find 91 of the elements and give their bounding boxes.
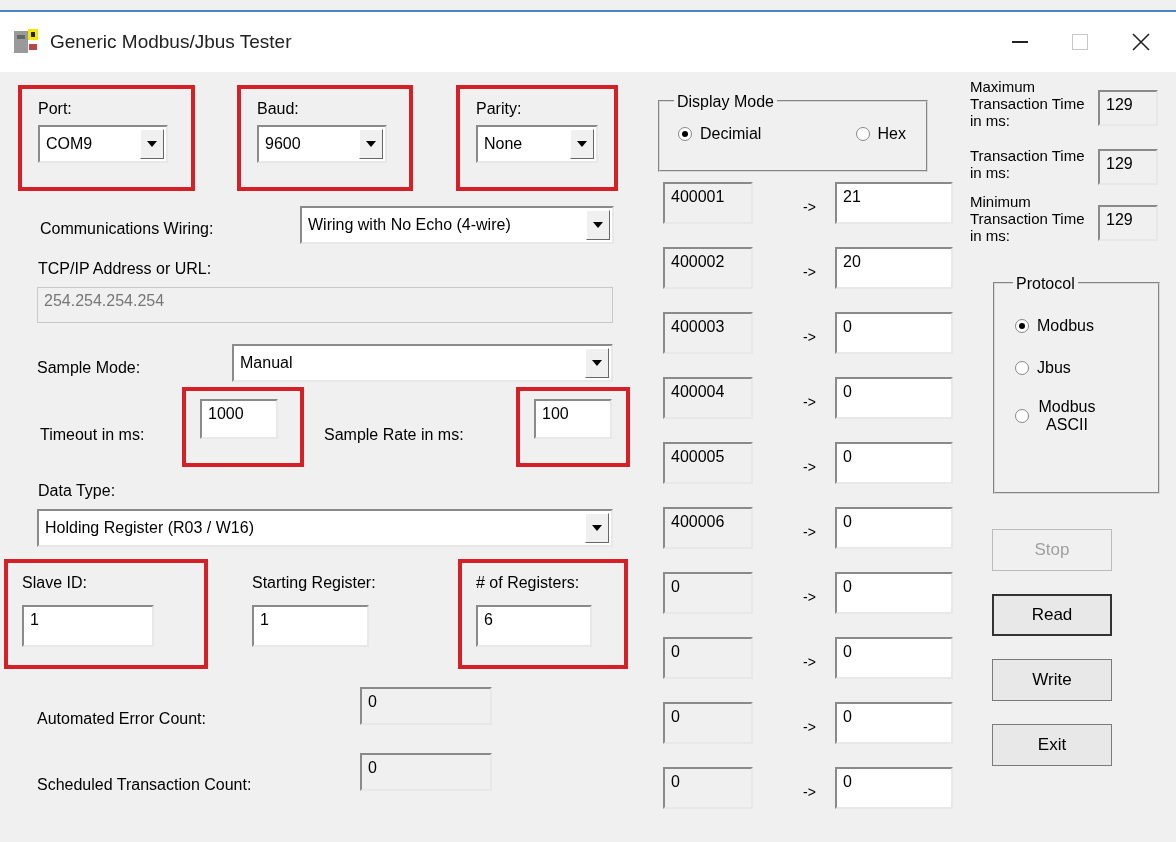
button[interactable]: Read bbox=[992, 594, 1112, 636]
input-field[interactable]: 100 bbox=[534, 399, 612, 439]
address-field: 0 bbox=[663, 702, 753, 744]
radio-button[interactable] bbox=[678, 127, 692, 141]
field-label: Maximum Transaction Time in ms: bbox=[970, 78, 1086, 129]
caret-icon bbox=[592, 525, 602, 531]
field-label: Slave ID: bbox=[22, 573, 87, 593]
readout-field: 129 bbox=[1098, 205, 1158, 241]
dropdown[interactable]: COM9 bbox=[38, 125, 168, 163]
window-title: Generic Modbus/Jbus Tester bbox=[50, 29, 292, 54]
radio-label: Decimial bbox=[700, 124, 762, 144]
caret-icon bbox=[593, 222, 603, 228]
close-icon[interactable] bbox=[1132, 33, 1150, 51]
readout-field: 0 bbox=[360, 687, 492, 725]
dropdown[interactable]: 9600 bbox=[257, 125, 387, 163]
field-label: Port: bbox=[38, 99, 73, 119]
value-field[interactable]: 0 bbox=[835, 767, 953, 809]
readout-field: 129 bbox=[1098, 149, 1158, 185]
field-label: Communications Wiring: bbox=[40, 219, 215, 239]
dropdown-arrow-button[interactable] bbox=[585, 348, 609, 378]
value-field[interactable]: 0 bbox=[835, 702, 953, 744]
dropdown[interactable]: Wiring with No Echo (4-wire) bbox=[300, 206, 614, 244]
radio-label: Modbus bbox=[1037, 316, 1094, 336]
dropdown[interactable]: Holding Register (R03 / W16) bbox=[37, 509, 613, 547]
radio-label: Modbus ASCII bbox=[1037, 398, 1097, 434]
arrow-label: -> bbox=[803, 782, 817, 802]
button[interactable]: Write bbox=[992, 659, 1112, 701]
field-label: TCP/IP Address or URL: bbox=[38, 259, 213, 279]
arrow-label: -> bbox=[803, 522, 817, 542]
dropdown-arrow-button[interactable] bbox=[140, 129, 164, 159]
address-field: 400004 bbox=[663, 377, 753, 419]
button[interactable]: Exit bbox=[992, 724, 1112, 766]
dropdown-arrow-button[interactable] bbox=[359, 129, 383, 159]
readout-field: 0 bbox=[360, 753, 492, 791]
field-label: Scheduled Transaction Count: bbox=[37, 775, 253, 795]
value-field[interactable]: 0 bbox=[835, 637, 953, 679]
address-field: 400003 bbox=[663, 312, 753, 354]
caret-icon bbox=[366, 141, 376, 147]
field-label: Starting Register: bbox=[252, 573, 376, 593]
field-label: Transaction Time in ms: bbox=[970, 147, 1086, 181]
readout-field: 129 bbox=[1098, 90, 1158, 126]
arrow-label: -> bbox=[803, 392, 817, 412]
dropdown-arrow-button[interactable] bbox=[586, 210, 610, 240]
address-field: 0 bbox=[663, 637, 753, 679]
address-field: 400005 bbox=[663, 442, 753, 484]
value-field[interactable]: 20 bbox=[835, 247, 953, 289]
address-field: 0 bbox=[663, 572, 753, 614]
value-field[interactable]: 0 bbox=[835, 507, 953, 549]
field-label: Sample Mode: bbox=[37, 358, 142, 378]
arrow-label: -> bbox=[803, 587, 817, 607]
caret-icon bbox=[577, 141, 587, 147]
value-field[interactable]: 0 bbox=[835, 572, 953, 614]
field-label: Baud: bbox=[257, 99, 300, 119]
address-field: 0 bbox=[663, 767, 753, 809]
field-label: Sample Rate in ms: bbox=[324, 425, 465, 445]
caret-icon bbox=[147, 141, 157, 147]
address-field: 400006 bbox=[663, 507, 753, 549]
input-field[interactable]: 1 bbox=[252, 605, 369, 647]
arrow-label: -> bbox=[803, 197, 817, 217]
field-label: Data Type: bbox=[38, 481, 117, 501]
radio-button[interactable] bbox=[855, 127, 870, 141]
dropdown[interactable]: Manual bbox=[232, 344, 613, 382]
arrow-label: -> bbox=[803, 327, 817, 347]
radio-button[interactable] bbox=[1015, 408, 1029, 423]
radio-button[interactable] bbox=[1015, 361, 1029, 375]
radio-label: Jbus bbox=[1037, 358, 1071, 378]
value-field[interactable]: 0 bbox=[835, 377, 953, 419]
field-label: Timeout in ms: bbox=[40, 425, 146, 445]
dropdown-arrow-button[interactable] bbox=[570, 129, 594, 159]
input-field[interactable]: 1000 bbox=[200, 399, 278, 439]
field-label: Automated Error Count: bbox=[37, 709, 207, 729]
arrow-label: -> bbox=[803, 262, 817, 282]
dropdown[interactable]: None bbox=[476, 125, 598, 163]
radio-label: Hex bbox=[877, 124, 906, 144]
arrow-label: -> bbox=[803, 717, 817, 737]
address-field: 400001 bbox=[663, 182, 753, 224]
app-icon bbox=[14, 29, 40, 55]
input-field[interactable]: 1 bbox=[22, 605, 154, 647]
arrow-label: -> bbox=[803, 652, 817, 672]
field-label: Parity: bbox=[476, 99, 523, 119]
radio-button[interactable] bbox=[1015, 319, 1029, 333]
field-label: # of Registers: bbox=[476, 573, 580, 593]
address-field: 400002 bbox=[663, 247, 753, 289]
dropdown-arrow-button[interactable] bbox=[585, 513, 609, 543]
caret-icon bbox=[592, 360, 602, 366]
value-field[interactable]: 21 bbox=[835, 182, 953, 224]
value-field[interactable]: 0 bbox=[835, 312, 953, 354]
arrow-label: -> bbox=[803, 457, 817, 477]
field-label: Minimum Transaction Time in ms: bbox=[970, 193, 1086, 244]
input-field[interactable]: 6 bbox=[476, 605, 592, 647]
value-field[interactable]: 0 bbox=[835, 442, 953, 484]
